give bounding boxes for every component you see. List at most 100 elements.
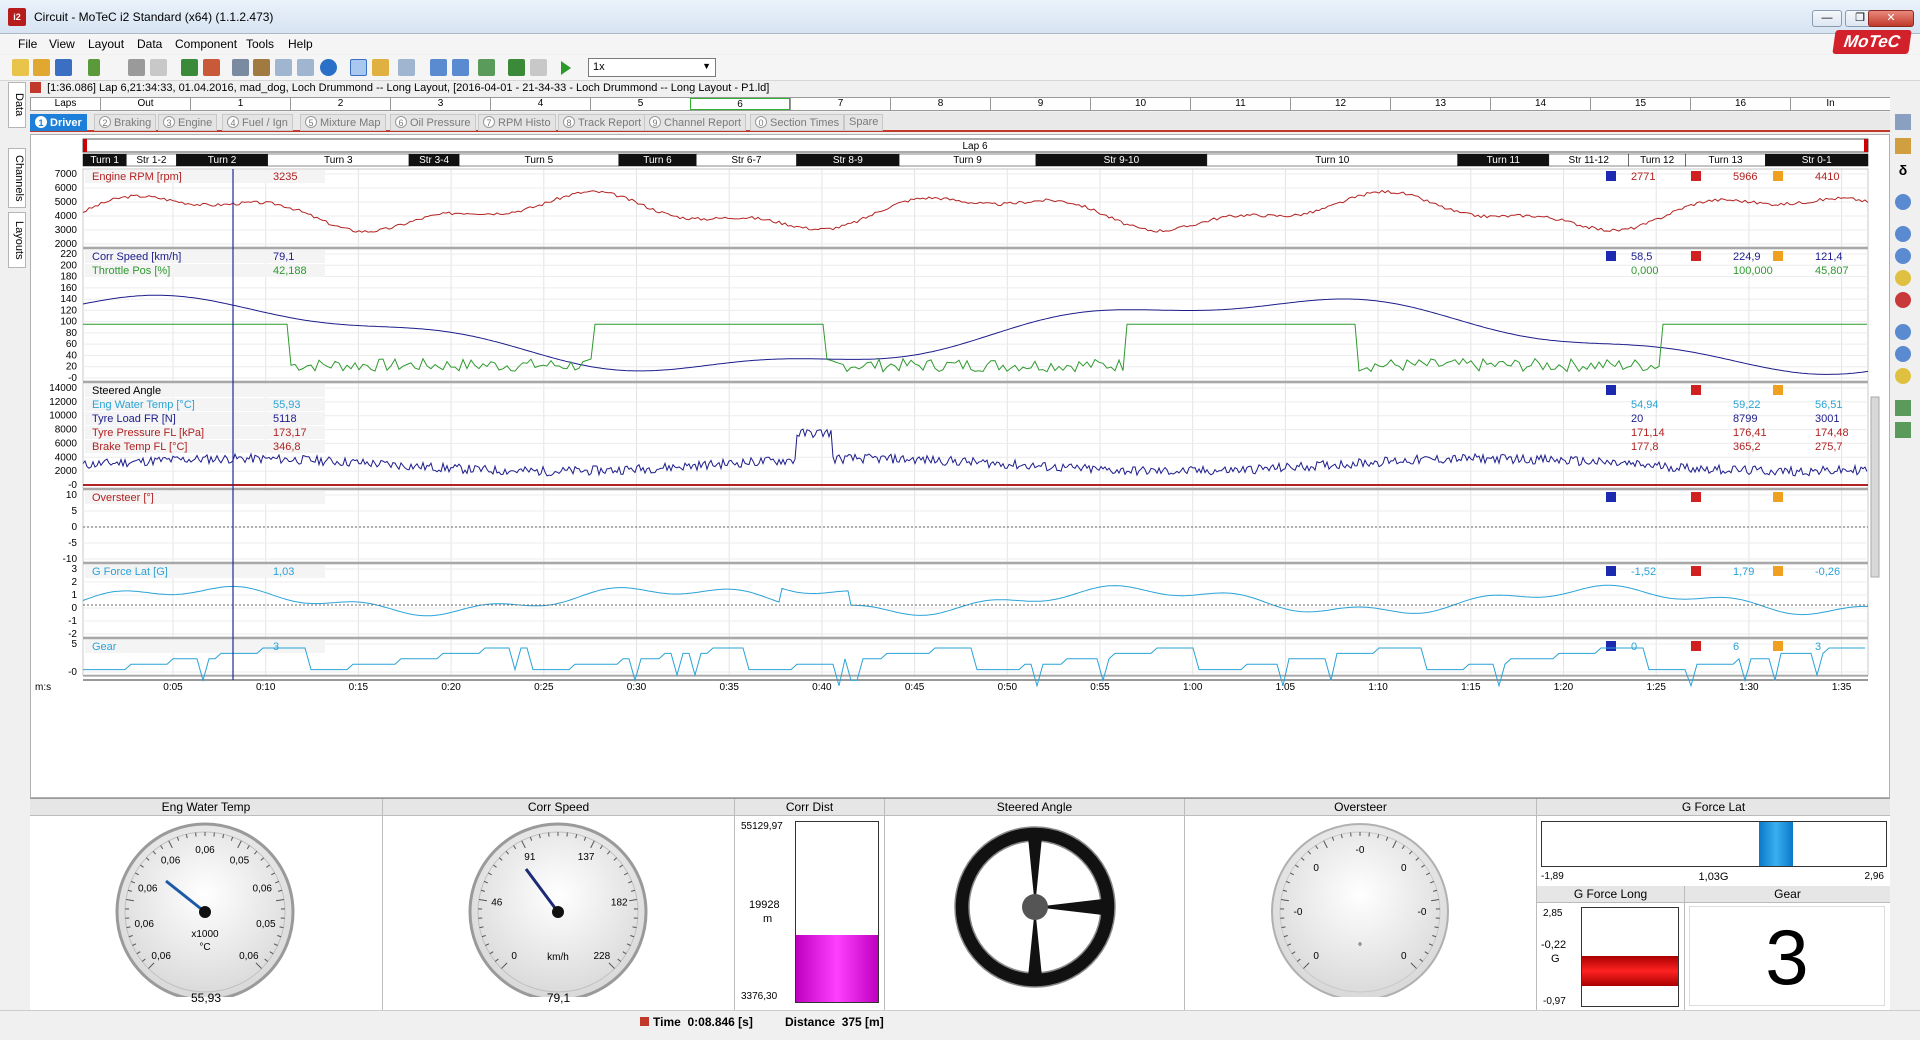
channel-name[interactable]: Steered Angle <box>92 385 161 397</box>
channel-name[interactable]: Oversteer [°] <box>92 492 154 504</box>
zoom-fit-icon[interactable] <box>1895 270 1911 286</box>
download-icon[interactable] <box>88 59 100 76</box>
lap-selector-11[interactable]: 11 <box>1190 98 1290 110</box>
lap-selector-15[interactable]: 15 <box>1590 98 1690 110</box>
delta-icon[interactable]: δ <box>1895 162 1911 178</box>
lap-selector-6[interactable]: 6 <box>690 98 790 110</box>
lap-selector-12[interactable]: 12 <box>1290 98 1390 110</box>
vertical-scrollbar[interactable] <box>1870 396 1880 578</box>
print-icon[interactable] <box>128 59 145 76</box>
properties-icon[interactable] <box>1895 114 1911 130</box>
tab-spare[interactable]: Spare <box>844 114 884 131</box>
scale-icon[interactable] <box>1895 400 1911 416</box>
channel-name[interactable]: Tyre Load FR [N] <box>92 413 176 425</box>
filter-icon[interactable] <box>478 59 495 76</box>
graph-pane[interactable] <box>82 563 1869 638</box>
lap-selector-13[interactable]: 13 <box>1390 98 1490 110</box>
tab-fuel-ign[interactable]: 4 Fuel / Ign <box>222 114 293 131</box>
lap-selector-8[interactable]: 8 <box>890 98 990 110</box>
channel-name[interactable]: Corr Speed [km/h] <box>92 251 181 263</box>
tab-rpm-histo[interactable]: 7 RPM Histo <box>478 114 556 131</box>
lap-selector-7[interactable]: 7 <box>790 98 890 110</box>
edit-component-icon[interactable] <box>1895 138 1911 154</box>
lap-selector-1[interactable]: 1 <box>190 98 290 110</box>
zoom-in-icon[interactable] <box>1895 226 1911 242</box>
time-series-graph[interactable]: Lap 6 Turn 1 Str 1-2 Turn 2 Turn 3 Str 3-4 Tur… <box>30 134 1890 798</box>
menu-tools[interactable]: Tools <box>246 37 274 51</box>
tab-channels[interactable]: Channels <box>8 148 26 208</box>
graph-pane[interactable] <box>82 248 1869 382</box>
graph-pane[interactable] <box>82 382 1869 489</box>
info-icon[interactable] <box>320 59 337 76</box>
edit-icon[interactable] <box>232 59 249 76</box>
tab-layouts[interactable]: Layouts <box>8 212 26 268</box>
playback-speed-select[interactable]: 1x ▼ <box>588 58 716 77</box>
distance-bar-gauge[interactable]: Corr Dist 55129,97 19928 m 3376,30 <box>734 799 884 1011</box>
tab-channel-report[interactable]: 9 Channel Report <box>644 114 747 131</box>
tab-track-report[interactable]: 8 Track Report <box>558 114 647 131</box>
menu-file[interactable]: File <box>18 37 37 51</box>
axis-icon[interactable] <box>1895 422 1911 438</box>
graph-pane[interactable] <box>82 489 1869 563</box>
lap-selector-9[interactable]: 9 <box>990 98 1090 110</box>
clock-icon[interactable] <box>350 59 367 76</box>
tools-icon[interactable] <box>203 59 220 76</box>
zoom-reset-icon[interactable] <box>1895 292 1911 308</box>
channel-name[interactable]: Throttle Pos [%] <box>92 265 170 277</box>
zoom-out-icon[interactable] <box>530 59 547 76</box>
overlay-icon[interactable] <box>372 59 389 76</box>
tab-oil-pressure[interactable]: 6 Oil Pressure <box>390 114 476 131</box>
clipboard-icon[interactable] <box>253 59 270 76</box>
layout-icon[interactable] <box>297 59 314 76</box>
tab-driver[interactable]: 1 Driver <box>30 114 87 131</box>
g-force-long-gauge[interactable]: G Force Long 2,85 -0,22 G -0,97 <box>1536 886 1684 1011</box>
channel-name[interactable]: Engine RPM [rpm] <box>92 171 182 183</box>
new-icon[interactable] <box>12 59 29 76</box>
speed-gauge[interactable]: Corr Speed 0 46 91 137 182 228 km/h 79,1 <box>382 799 734 1011</box>
open-icon[interactable] <box>33 59 50 76</box>
gear-display[interactable]: Gear 3 <box>1684 886 1890 1011</box>
zoom-x-out-icon[interactable] <box>1895 346 1911 362</box>
channel-name[interactable]: Gear <box>92 641 117 653</box>
lap-selector-4[interactable]: 4 <box>490 98 590 110</box>
menu-data[interactable]: Data <box>137 37 162 51</box>
channel-name[interactable]: G Force Lat [G] <box>92 566 168 578</box>
menu-view[interactable]: View <box>49 37 75 51</box>
grid-icon[interactable] <box>398 59 415 76</box>
tab-section-times[interactable]: 0 Section Times <box>750 114 845 131</box>
minimize-button[interactable]: — <box>1812 10 1842 27</box>
magnifier-icon[interactable] <box>1895 194 1911 210</box>
steering-wheel-gauge[interactable]: Steered Angle <box>884 799 1184 1011</box>
lap-selector-In[interactable]: In <box>1790 98 1870 110</box>
prev-lap-icon[interactable] <box>430 59 447 76</box>
print-preview-icon[interactable] <box>150 59 167 76</box>
lap-selector-16[interactable]: 16 <box>1690 98 1790 110</box>
next-lap-icon[interactable] <box>452 59 469 76</box>
tab-mixture-map[interactable]: 5 Mixture Map <box>300 114 386 131</box>
channel-name[interactable]: Tyre Pressure FL [kPa] <box>92 427 204 439</box>
zoom-x-in-icon[interactable] <box>1895 324 1911 340</box>
lap-selector-3[interactable]: 3 <box>390 98 490 110</box>
play-icon[interactable] <box>561 61 571 75</box>
graph-pane[interactable] <box>82 168 1869 248</box>
refresh-icon[interactable] <box>181 59 198 76</box>
tab-data[interactable]: Data <box>8 82 26 128</box>
lap-selector-2[interactable]: 2 <box>290 98 390 110</box>
zoom-in-icon[interactable] <box>508 59 525 76</box>
tab-braking[interactable]: 2 Braking <box>94 114 157 131</box>
menu-layout[interactable]: Layout <box>88 37 124 51</box>
zoom-x-fit-icon[interactable] <box>1895 368 1911 384</box>
channel-name[interactable]: Eng Water Temp [°C] <box>92 399 195 411</box>
lap-selector-14[interactable]: 14 <box>1490 98 1590 110</box>
menu-help[interactable]: Help <box>288 37 313 51</box>
lap-selector-5[interactable]: 5 <box>590 98 690 110</box>
oversteer-gauge[interactable]: Oversteer 0 -0 0 -0 0 -0 0 ° <box>1184 799 1536 1011</box>
table-icon[interactable] <box>275 59 292 76</box>
water-temp-gauge[interactable]: Eng Water Temp 0,06 0,06 0,06 0,06 0,06 0,05 0… <box>30 799 382 1011</box>
tab-engine[interactable]: 3 Engine <box>158 114 218 131</box>
channel-name[interactable]: Brake Temp FL [°C] <box>92 441 188 453</box>
save-icon[interactable] <box>55 59 72 76</box>
lap-selector-Out[interactable]: Out <box>100 98 190 110</box>
lap-selector-10[interactable]: 10 <box>1090 98 1190 110</box>
menu-component[interactable]: Component <box>175 37 237 51</box>
